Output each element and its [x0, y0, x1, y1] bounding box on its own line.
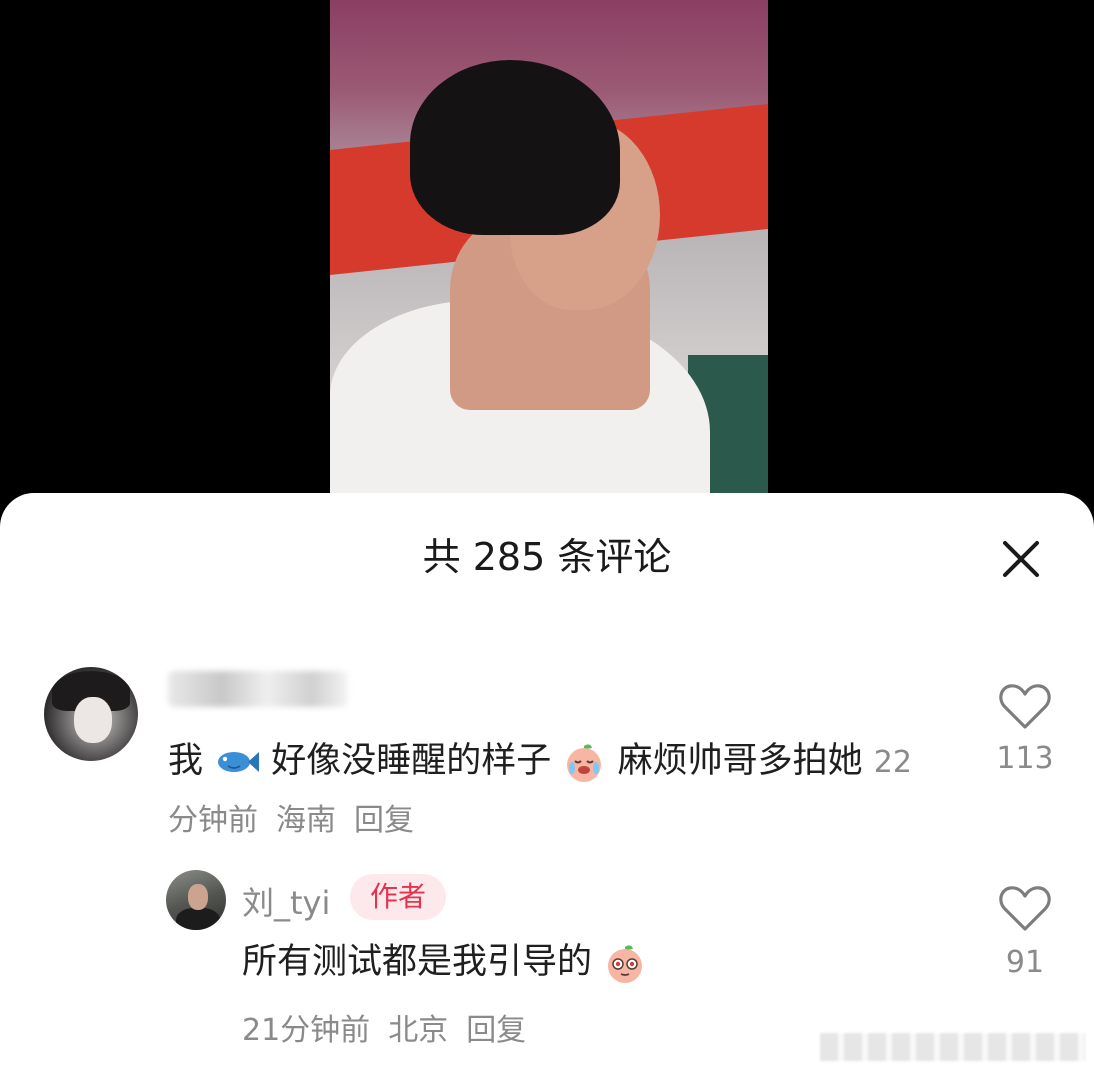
heart-outline-icon[interactable] — [998, 681, 1052, 731]
avatar-face — [188, 884, 208, 910]
reply-body: 所有测试都是我引导的 — [242, 938, 647, 986]
heart-outline-icon[interactable] — [998, 883, 1052, 933]
close-icon[interactable] — [995, 533, 1047, 585]
video-person-hair — [410, 60, 620, 235]
comment-text-part: 麻烦帅哥多拍她 — [617, 741, 863, 781]
video-frame[interactable] — [330, 0, 768, 500]
watermark-blurred — [820, 1033, 1085, 1061]
commenter-username-blurred[interactable] — [168, 671, 348, 707]
comments-sheet: 共 285 条评论 我 好像没睡醒的样子 麻烦帅哥多拍她 22分钟前海南 回复 … — [0, 493, 1094, 1074]
fish-emoji-icon — [218, 752, 260, 772]
comment-reply-button[interactable]: 回复 — [354, 803, 414, 838]
reply-like-count: 91 — [1005, 945, 1045, 980]
comment-text-part: 好像没睡醒的样子 — [271, 741, 552, 781]
reply-location: 北京 — [388, 1013, 449, 1048]
avatar-face — [74, 697, 112, 743]
avatar-body — [176, 908, 220, 930]
reply-reply-button[interactable]: 回复 — [466, 1013, 526, 1048]
reply-text: 所有测试都是我引导的 — [242, 942, 593, 982]
comment-location: 海南 — [276, 803, 336, 838]
author-badge: 作者 — [350, 874, 447, 920]
reply-username[interactable]: 刘_tyi — [242, 878, 330, 924]
commenter-avatar[interactable] — [44, 667, 138, 761]
peach-shy-emoji-icon — [608, 945, 643, 983]
reply-time: 21分钟前 — [242, 1013, 371, 1048]
comments-count-title: 共 285 条评论 — [422, 535, 672, 579]
comment-body: 我 好像没睡醒的样子 麻烦帅哥多拍她 22分钟前 海南 回复 — [168, 733, 928, 849]
comment-text-part: 我 — [168, 741, 204, 781]
author-avatar[interactable] — [166, 870, 226, 930]
reply-meta: 21分钟前 北京 回复 — [242, 1005, 544, 1049]
peach-crying-emoji-icon — [567, 744, 602, 782]
comment-like-count: 113 — [996, 741, 1054, 776]
